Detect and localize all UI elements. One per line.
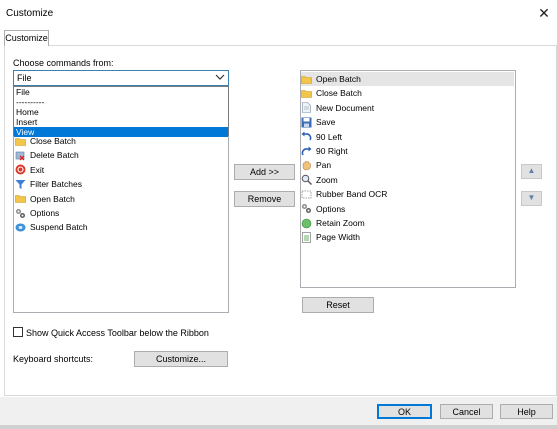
reset-button[interactable]: Reset <box>302 297 374 313</box>
list-item[interactable]: Options <box>301 202 514 216</box>
choose-commands-select[interactable]: File <box>13 70 229 86</box>
list-item-label: Filter Batches <box>30 179 82 190</box>
list-item-label: Zoom <box>316 174 338 185</box>
list-item[interactable]: Exit <box>15 163 225 177</box>
options-icon <box>15 208 26 219</box>
list-item-label: Close Batch <box>316 88 362 99</box>
bottom-edge <box>0 425 557 429</box>
toolbar-commands-items: Open Batch Close Batch New Document Save 90 … <box>301 72 514 245</box>
list-item-label: Options <box>30 207 60 218</box>
folder-icon <box>15 136 26 147</box>
list-item-label: 90 Left <box>316 131 342 142</box>
move-up-icon: ▲ <box>527 166 536 175</box>
rotate-right-icon <box>301 146 312 157</box>
remove-button[interactable]: Remove <box>234 191 295 207</box>
list-item[interactable]: Page Width <box>301 230 514 244</box>
ocr-icon <box>301 189 312 200</box>
available-commands-items: Close Batch Delete Batch Exit Filter Batche… <box>15 134 225 235</box>
list-item[interactable]: Suspend Batch <box>15 220 225 234</box>
dropdown-option[interactable]: Home <box>14 107 228 117</box>
list-item[interactable]: Options <box>15 206 225 220</box>
list-item-label: Save <box>316 117 336 128</box>
combo-selected-value: File <box>17 73 32 83</box>
filter-icon <box>15 179 26 190</box>
show-qat-checkbox[interactable] <box>13 327 23 337</box>
move-down-button[interactable]: ▼ <box>521 191 542 206</box>
list-item[interactable]: 90 Left <box>301 130 514 144</box>
list-item-label: Pan <box>316 160 332 171</box>
list-item-label: New Document <box>316 102 375 113</box>
commands-dropdown: File ---------- Home Insert View <box>13 86 229 137</box>
pan-icon <box>301 160 312 171</box>
list-item[interactable]: Open Batch <box>15 192 225 206</box>
list-item[interactable]: 90 Right <box>301 144 514 158</box>
retain-zoom-icon <box>301 218 312 229</box>
list-item-label: Delete Batch <box>30 150 79 161</box>
chevron-down-icon[interactable] <box>214 72 226 84</box>
list-item[interactable]: Close Batch <box>301 86 514 100</box>
dropdown-option[interactable]: View <box>14 127 228 137</box>
tab-customize[interactable]: Customize <box>4 30 49 46</box>
list-item[interactable]: New Document <box>301 101 514 115</box>
list-item-label: Suspend Batch <box>30 222 88 233</box>
dropdown-option[interactable]: Insert <box>14 117 228 127</box>
folder-icon <box>301 74 312 85</box>
zoom-icon <box>301 174 312 186</box>
list-item-label: Exit <box>30 164 45 175</box>
customize-shortcuts-button[interactable]: Customize... <box>134 351 228 367</box>
list-item[interactable]: Filter Batches <box>15 177 225 191</box>
ok-button[interactable]: OK <box>377 404 432 419</box>
list-item-label: Rubber Band OCR <box>316 189 388 200</box>
list-item-label: Retain Zoom <box>316 217 365 228</box>
move-up-button[interactable]: ▲ <box>521 164 542 179</box>
list-item[interactable]: Retain Zoom <box>301 216 514 230</box>
suspend-icon <box>15 222 26 233</box>
list-item[interactable]: Rubber Band OCR <box>301 187 514 201</box>
rotate-left-icon <box>301 131 312 142</box>
show-qat-label: Show Quick Access Toolbar below the Ribb… <box>26 328 209 338</box>
exit-icon <box>15 164 26 175</box>
keyboard-shortcuts-label: Keyboard shortcuts: <box>13 354 94 364</box>
list-item[interactable]: Save <box>301 115 514 129</box>
list-item-label: 90 Right <box>316 145 348 156</box>
save-icon <box>301 117 312 128</box>
choose-commands-label: Choose commands from: <box>13 58 114 68</box>
title-bar <box>0 0 557 28</box>
options-icon <box>301 203 312 214</box>
list-item[interactable]: Pan <box>301 158 514 172</box>
list-item-label: Options <box>316 203 346 214</box>
document-icon <box>301 102 312 114</box>
list-item-label: Open Batch <box>30 193 75 204</box>
close-icon[interactable]: ✕ <box>536 5 552 21</box>
help-button[interactable]: Help <box>500 404 553 419</box>
window-title: Customize <box>6 8 54 19</box>
list-item[interactable]: Open Batch <box>301 72 514 87</box>
list-item-label: Open Batch <box>316 74 361 84</box>
list-item[interactable]: Delete Batch <box>15 148 225 162</box>
page-width-icon <box>301 232 312 243</box>
dropdown-option[interactable]: File <box>14 87 228 97</box>
dropdown-option[interactable]: ---------- <box>14 97 228 107</box>
list-item-label: Page Width <box>316 232 360 243</box>
folder-icon <box>15 193 26 204</box>
delete-batch-icon <box>15 150 26 161</box>
add-button[interactable]: Add >> <box>234 164 295 180</box>
folder-icon <box>301 88 312 99</box>
move-down-icon: ▼ <box>527 193 536 202</box>
list-item[interactable]: Zoom <box>301 173 514 187</box>
cancel-button[interactable]: Cancel <box>440 404 493 419</box>
